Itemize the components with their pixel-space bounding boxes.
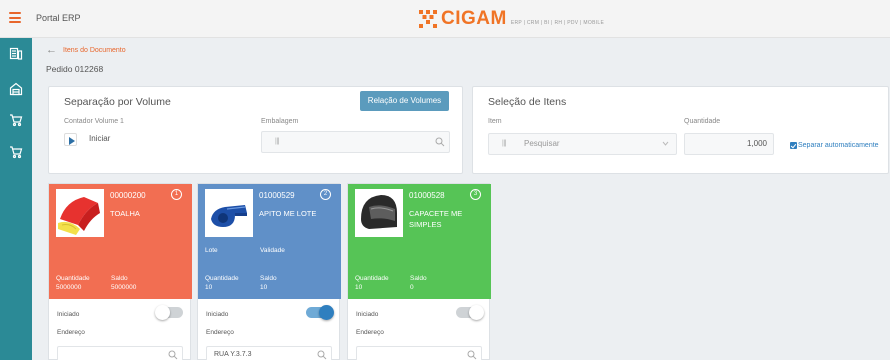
item-search-input[interactable]: ||| Pesquisar xyxy=(488,133,677,155)
started-label: Iniciado xyxy=(356,311,379,318)
balance-label: Saldo xyxy=(111,275,128,282)
item-card[interactable]: 01000528 3 CAPACETE ME SIMPLES Quantidad… xyxy=(347,183,491,360)
chevron-down-icon[interactable] xyxy=(662,140,669,147)
search-icon[interactable] xyxy=(467,350,477,360)
auto-separate-checkbox[interactable] xyxy=(790,142,797,149)
cart-icon[interactable] xyxy=(9,145,23,159)
back-arrow-icon[interactable]: ← xyxy=(46,45,57,56)
page-subtitle: Pedido 012268 xyxy=(46,64,104,74)
balance-label: Saldo xyxy=(410,275,427,282)
barcode-prefix: ||| xyxy=(275,138,279,145)
address-value: RUA Y.3.7.3 xyxy=(214,351,252,358)
counter-label: Contador Volume 1 xyxy=(64,118,124,125)
item-name: APITO ME LOTE xyxy=(259,209,317,218)
address-input[interactable] xyxy=(57,346,183,360)
volume-panel: Separação por Volume Relação de Volumes … xyxy=(48,86,463,174)
play-icon[interactable] xyxy=(64,133,77,146)
started-toggle[interactable] xyxy=(155,305,183,320)
logo-tagline: ERP | CRM | BI | RH | PDV | MOBILE xyxy=(510,20,605,26)
balance-value: 0 xyxy=(410,284,414,291)
address-label: Endereço xyxy=(356,329,384,336)
item-card[interactable]: 01000529 2 APITO ME LOTE Lote Validade Q… xyxy=(197,183,341,360)
quantity-label: Quantidade xyxy=(56,275,90,282)
packaging-label: Embalagem xyxy=(261,118,299,125)
item-index-badge: 2 xyxy=(320,189,331,200)
logo-text: CIGAM xyxy=(441,8,507,29)
product-image-whistle xyxy=(205,189,253,237)
search-icon[interactable] xyxy=(168,350,178,360)
balance-label: Saldo xyxy=(260,275,277,282)
search-icon[interactable] xyxy=(435,137,445,147)
started-toggle[interactable] xyxy=(306,305,334,320)
item-name: TOALHA xyxy=(110,209,140,218)
item-code: 00000200 xyxy=(110,191,146,200)
sidebar xyxy=(0,38,32,360)
started-label: Iniciado xyxy=(206,311,229,318)
address-label: Endereço xyxy=(57,329,85,336)
item-card[interactable]: 00000200 1 TOALHA Quantidade 5000000 Sal… xyxy=(48,183,192,360)
items-selection-panel: Seleção de Itens Item ||| Pesquisar Quan… xyxy=(472,86,889,174)
address-input[interactable] xyxy=(356,346,482,360)
card-header: 00000200 1 TOALHA Quantidade 5000000 Sal… xyxy=(49,184,192,299)
expiry-label: Validade xyxy=(260,247,285,254)
cigam-logo-mark-icon xyxy=(419,10,437,28)
relation-volumes-button[interactable]: Relação de Volumes xyxy=(360,91,449,111)
item-code: 01000529 xyxy=(259,191,295,200)
lot-label: Lote xyxy=(205,247,218,254)
started-label: Iniciado xyxy=(57,311,80,318)
cigam-logo: CIGAM ERP | CRM | BI | RH | PDV | MOBILE xyxy=(418,9,604,29)
quantity-input[interactable]: 1,000 xyxy=(684,133,774,155)
item-label: Item xyxy=(488,118,502,125)
volume-panel-title: Separação por Volume xyxy=(64,96,171,108)
menu-icon[interactable] xyxy=(9,12,21,23)
barcode-prefix: ||| xyxy=(502,140,506,147)
card-header: 01000528 3 CAPACETE ME SIMPLES Quantidad… xyxy=(348,184,491,299)
item-code: 01000528 xyxy=(409,191,445,200)
balance-value: 10 xyxy=(260,284,268,291)
quantity-label: Quantidade xyxy=(355,275,389,282)
item-name: CAPACETE ME SIMPLES xyxy=(409,209,463,229)
started-toggle[interactable] xyxy=(456,305,484,320)
cart-icon[interactable] xyxy=(9,113,23,127)
item-search-placeholder: Pesquisar xyxy=(524,139,560,148)
breadcrumb-link[interactable]: Itens do Documento xyxy=(63,47,126,54)
app-title: Portal ERP xyxy=(36,13,81,23)
quantity-value: 10 xyxy=(205,284,213,291)
quantity-value: 10 xyxy=(355,284,363,291)
start-label: Iniciar xyxy=(89,134,111,143)
card-header: 01000529 2 APITO ME LOTE Lote Validade Q… xyxy=(198,184,341,299)
product-image-towel xyxy=(56,189,104,237)
quantity-value: 5000000 xyxy=(56,284,82,291)
item-index-badge: 1 xyxy=(171,189,182,200)
balance-value: 5000000 xyxy=(111,284,137,291)
quantity-label: Quantidade xyxy=(684,118,721,125)
address-input[interactable]: RUA Y.3.7.3 xyxy=(206,346,332,360)
auto-separate-label[interactable]: Separar automaticamente xyxy=(798,142,879,149)
packaging-input[interactable]: ||| xyxy=(261,131,450,153)
items-panel-title: Seleção de Itens xyxy=(488,96,567,108)
warehouse-icon[interactable] xyxy=(9,82,23,96)
document-list-icon[interactable] xyxy=(9,47,23,61)
address-label: Endereço xyxy=(206,329,234,336)
search-icon[interactable] xyxy=(317,350,327,360)
quantity-label: Quantidade xyxy=(205,275,239,282)
product-image-helmet xyxy=(355,189,403,237)
item-index-badge: 3 xyxy=(470,189,481,200)
top-bar: Portal ERP CIGAM ERP | CRM | BI | RH | P… xyxy=(0,0,890,38)
